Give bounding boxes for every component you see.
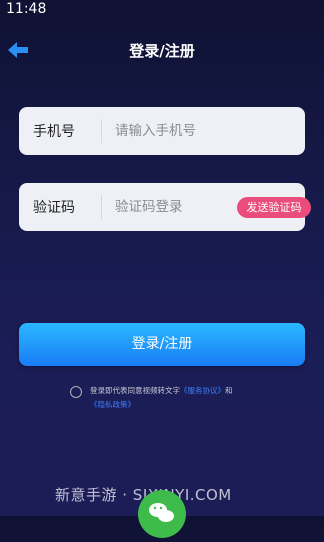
nav-bar: 登录/注册 (0, 34, 324, 64)
phone-label: 手机号 (33, 124, 75, 140)
send-code-button[interactable]: 发送验证码 (237, 197, 311, 218)
login-register-button[interactable]: 登录/注册 (19, 323, 305, 366)
phone-divider (101, 119, 102, 143)
agreement-prefix: 登录即代表同意视频转文字 (90, 386, 180, 395)
code-field: 验证码 发送验证码 (19, 183, 311, 231)
agreement-checkbox[interactable] (70, 386, 82, 398)
agreement-text: 登录即代表同意视频转文字《服务协议》和《隐私政策》 (90, 384, 290, 412)
wechat-icon (149, 503, 174, 522)
code-input[interactable] (115, 193, 225, 221)
page-title: 登录/注册 (129, 42, 195, 60)
service-agreement-link[interactable]: 《服务协议》 (180, 386, 225, 395)
agreement-and: 和 (225, 386, 233, 395)
wechat-login-button[interactable] (138, 490, 186, 538)
code-label: 验证码 (33, 200, 75, 216)
privacy-policy-link[interactable]: 《隐私政策》 (90, 400, 135, 409)
status-time: 11:48 (6, 1, 47, 17)
phone-field: 手机号 (19, 107, 305, 155)
phone-input[interactable] (115, 117, 295, 145)
code-divider (101, 195, 102, 219)
status-bar: 11:48 (0, 0, 324, 20)
